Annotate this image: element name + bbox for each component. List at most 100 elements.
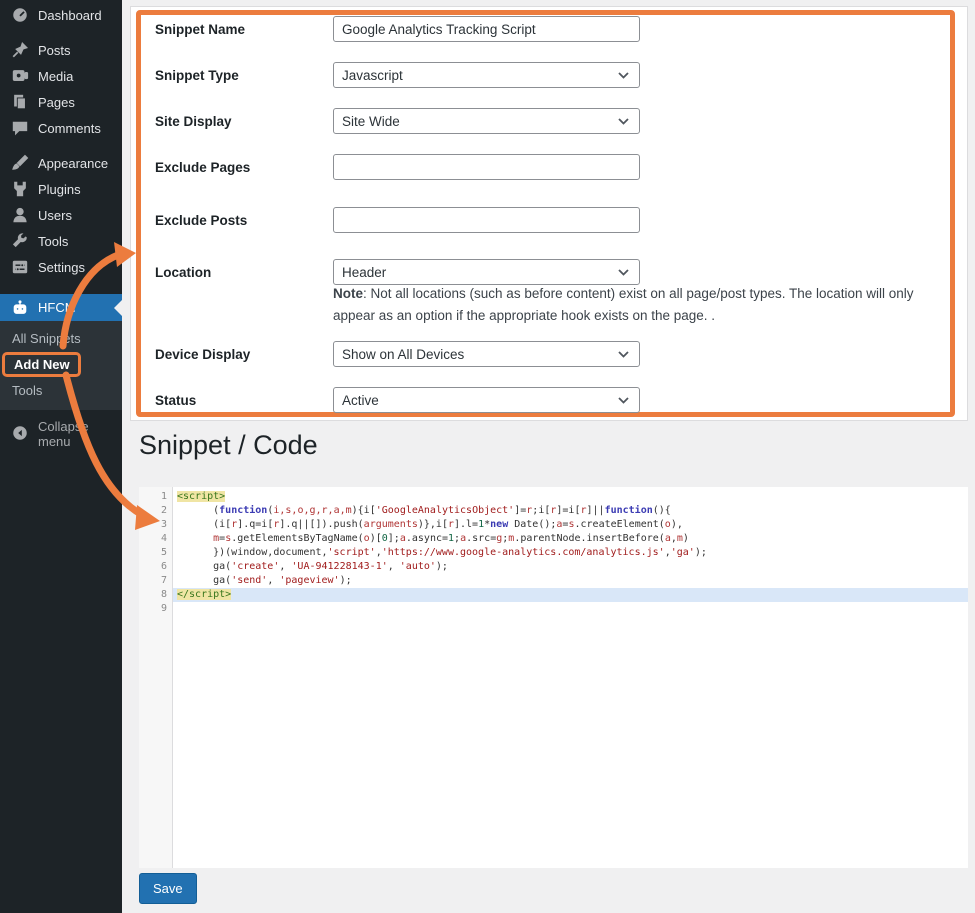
- note-text: : Not all locations (such as before cont…: [333, 286, 914, 323]
- line-number: 1: [139, 490, 167, 504]
- location-label: Location: [155, 265, 333, 280]
- chevron-down-icon: [618, 72, 629, 79]
- line-number: 4: [139, 532, 167, 546]
- snippet-name-label: Snippet Name: [155, 22, 333, 37]
- sidebar-item-comments[interactable]: Comments: [0, 115, 122, 141]
- plug-icon: [11, 180, 29, 198]
- submenu-item-add-new[interactable]: Add New: [0, 350, 122, 379]
- admin-sidebar: Dashboard Posts Media Pages Comments: [0, 0, 122, 913]
- select-value: Active: [342, 393, 379, 408]
- code-line[interactable]: })(window,document,'script','https://www…: [173, 546, 968, 560]
- form-row: Exclude Posts: [155, 207, 640, 233]
- sidebar-item-label: Posts: [38, 43, 71, 58]
- collapse-arrow-icon: [11, 424, 29, 445]
- person-icon: [11, 206, 29, 224]
- code-gutter: 123456789: [139, 487, 173, 868]
- location-select[interactable]: Header: [333, 259, 640, 285]
- sidebar-item-label: Users: [38, 208, 72, 223]
- line-number: 8: [139, 588, 167, 602]
- code-line[interactable]: m=s.getElementsByTagName(o)[0];a.async=1…: [173, 532, 968, 546]
- select-value: Site Wide: [342, 114, 400, 129]
- pages-icon: [11, 93, 29, 111]
- code-editor[interactable]: 123456789 <script> (function(i,s,o,g,r,a…: [139, 487, 968, 868]
- select-value: Javascript: [342, 68, 403, 83]
- wrench-icon: [11, 232, 29, 250]
- sidebar-item-pages[interactable]: Pages: [0, 89, 122, 115]
- sidebar-item-appearance[interactable]: Appearance: [0, 150, 122, 176]
- form-row: Exclude Pages: [155, 154, 640, 180]
- select-value: Show on All Devices: [342, 347, 464, 362]
- sidebar-item-posts[interactable]: Posts: [0, 37, 122, 63]
- status-select[interactable]: Active: [333, 387, 640, 413]
- sidebar-item-plugins[interactable]: Plugins: [0, 176, 122, 202]
- dashboard-icon: [11, 6, 29, 24]
- chevron-down-icon: [618, 397, 629, 404]
- submenu-item-label: Tools: [12, 383, 42, 398]
- note-bold: Note: [333, 286, 363, 301]
- sidebar-item-label: Plugins: [38, 182, 81, 197]
- snippet-code-heading: Snippet / Code: [139, 430, 318, 461]
- line-number: 7: [139, 574, 167, 588]
- sidebar-item-hfcm[interactable]: HFCM: [0, 294, 122, 321]
- code-line[interactable]: <script>: [173, 490, 968, 504]
- sidebar-item-dashboard[interactable]: Dashboard: [0, 2, 122, 28]
- snippet-type-label: Snippet Type: [155, 68, 333, 83]
- exclude-pages-label: Exclude Pages: [155, 160, 333, 175]
- status-label: Status: [155, 393, 333, 408]
- sidebar-item-label: Comments: [38, 121, 101, 136]
- sidebar-item-label: HFCM: [38, 300, 76, 315]
- sidebar-item-label: Dashboard: [38, 8, 102, 23]
- sidebar-item-label: Appearance: [38, 156, 108, 171]
- code-lines[interactable]: <script> (function(i,s,o,g,r,a,m){i['Goo…: [173, 487, 968, 868]
- exclude-posts-label: Exclude Posts: [155, 213, 333, 228]
- form-row: Status Active: [155, 387, 640, 413]
- add-new-highlight-box: Add New: [2, 352, 81, 377]
- site-display-select[interactable]: Site Wide: [333, 108, 640, 134]
- line-number: 5: [139, 546, 167, 560]
- snippet-name-input[interactable]: [333, 16, 640, 42]
- device-display-select[interactable]: Show on All Devices: [333, 341, 640, 367]
- settings-panel-icon: [11, 258, 29, 276]
- location-note: Note: Not all locations (such as before …: [333, 283, 947, 326]
- code-line[interactable]: (function(i,s,o,g,r,a,m){i['GoogleAnalyt…: [173, 504, 968, 518]
- submenu-item-tools[interactable]: Tools: [0, 379, 122, 402]
- code-line[interactable]: </script>: [173, 588, 968, 602]
- code-line[interactable]: [173, 602, 968, 616]
- sidebar-item-label: Media: [38, 69, 73, 84]
- code-line[interactable]: ga('create', 'UA-941228143-1', 'auto');: [173, 560, 968, 574]
- sidebar-item-label: Settings: [38, 260, 85, 275]
- line-number: 6: [139, 560, 167, 574]
- exclude-posts-input[interactable]: [333, 207, 640, 233]
- robot-icon: [11, 299, 29, 317]
- hfcm-submenu: All Snippets Add New Tools: [0, 321, 122, 410]
- pushpin-icon: [11, 41, 29, 59]
- snippet-type-select[interactable]: Javascript: [333, 62, 640, 88]
- submenu-item-all-snippets[interactable]: All Snippets: [0, 327, 122, 350]
- paintbrush-icon: [11, 154, 29, 172]
- sidebar-item-users[interactable]: Users: [0, 202, 122, 228]
- line-number: 9: [139, 602, 167, 616]
- code-line[interactable]: ga('send', 'pageview');: [173, 574, 968, 588]
- exclude-pages-input[interactable]: [333, 154, 640, 180]
- sidebar-item-label: Tools: [38, 234, 68, 249]
- save-button[interactable]: Save: [139, 873, 197, 904]
- speech-bubble-icon: [11, 119, 29, 137]
- site-display-label: Site Display: [155, 114, 333, 129]
- code-line[interactable]: (i[r].q=i[r].q||[]).push(arguments)},i[r…: [173, 518, 968, 532]
- collapse-menu-label: Collapse menu: [38, 419, 122, 449]
- line-number: 3: [139, 518, 167, 532]
- form-row: Location Header: [155, 259, 640, 285]
- chevron-down-icon: [618, 269, 629, 276]
- submenu-item-label: All Snippets: [12, 331, 81, 346]
- line-number: 2: [139, 504, 167, 518]
- form-row: Snippet Name: [155, 16, 640, 42]
- sidebar-item-tools[interactable]: Tools: [0, 228, 122, 254]
- collapse-menu-button[interactable]: Collapse menu: [0, 421, 122, 447]
- sidebar-item-media[interactable]: Media: [0, 63, 122, 89]
- form-row: Site Display Site Wide: [155, 108, 640, 134]
- sidebar-item-settings[interactable]: Settings: [0, 254, 122, 280]
- select-value: Header: [342, 265, 386, 280]
- main-content: Snippet Name Snippet Type Javascript Sit…: [122, 0, 975, 913]
- sidebar-item-label: Pages: [38, 95, 75, 110]
- form-highlight-box: Snippet Name Snippet Type Javascript Sit…: [136, 10, 955, 417]
